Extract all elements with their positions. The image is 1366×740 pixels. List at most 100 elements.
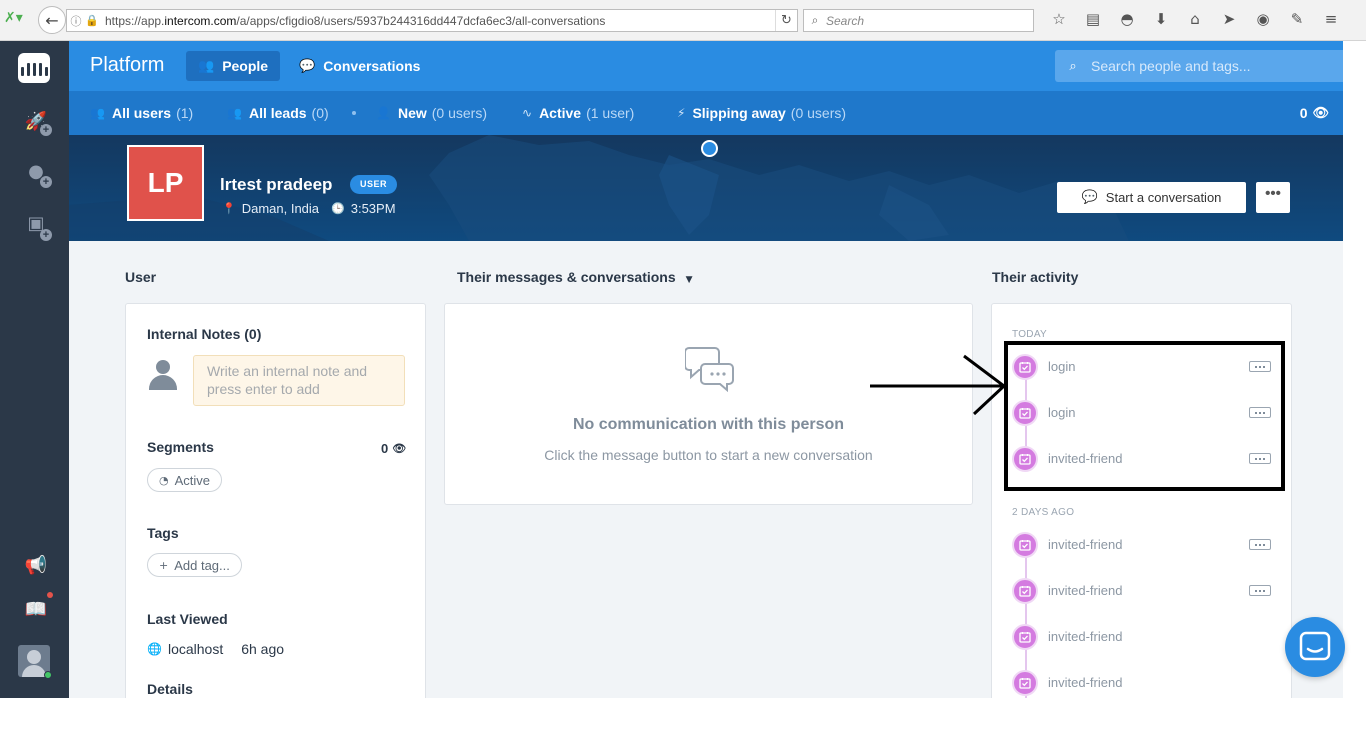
search-icon: ⌕ — [1069, 58, 1077, 74]
segment-active[interactable]: ∿ Active (1 user) — [522, 105, 634, 121]
note-author-avatar-icon — [147, 360, 179, 390]
messages-column-title[interactable]: Their messages & conversations ▼ — [457, 269, 693, 285]
nav-people[interactable]: 👥 People — [186, 51, 281, 81]
event-calendar-icon — [1012, 624, 1038, 650]
user-avatar: LP — [127, 145, 204, 221]
add-icon[interactable]: + — [40, 229, 52, 241]
internal-notes-title: Internal Notes (0) — [147, 326, 262, 342]
activity-item[interactable]: invited-friend — [1012, 532, 1274, 558]
segment-bar: 👥 All users (1) 👥 All leads (0) 👤 New (0 users… — [69, 91, 1343, 135]
pocket-icon[interactable]: ◓ — [1110, 10, 1144, 28]
user-card: Internal Notes (0) Write an internal not… — [125, 303, 426, 698]
last-viewed-row: 🌐 localhost 6h ago — [147, 641, 284, 657]
person-icon: 👤 — [376, 106, 391, 120]
segments-count[interactable]: 0 👁 — [381, 441, 406, 456]
start-conversation-button[interactable]: 💬 Start a conversation — [1057, 182, 1246, 213]
nav-conversations[interactable]: 💬 Conversations — [287, 51, 432, 81]
lock-icon: 🔒 — [85, 14, 99, 27]
browser-toolbar: ✗▾ ← ⓘ 🔒 https://app.intercom.com/a/apps… — [0, 0, 1366, 41]
activity-event-name: invited-friend — [1048, 583, 1123, 598]
segment-all-users[interactable]: 👥 All users (1) — [90, 105, 193, 121]
person-location: Daman, India — [241, 201, 320, 216]
eye-icon: 👁 — [392, 442, 407, 455]
url-text[interactable]: https://app.intercom.com/a/apps/cfigdio8… — [105, 14, 775, 28]
clock-icon: 🕒 — [331, 202, 345, 215]
empty-state-subtitle: Click the message button to start a new … — [544, 447, 873, 463]
add-tag-button[interactable]: + Add tag... — [147, 553, 242, 577]
messenger-icon — [1299, 631, 1331, 661]
back-button[interactable]: ← — [38, 6, 66, 34]
event-calendar-icon — [1012, 578, 1038, 604]
add-icon[interactable]: + — [40, 176, 52, 188]
users-icon: 👥 — [90, 106, 105, 120]
details-title: Details — [147, 681, 193, 697]
event-calendar-icon — [1012, 532, 1038, 558]
tags-title: Tags — [147, 525, 179, 541]
browser-search-input[interactable]: ⌕ Search — [803, 9, 1034, 32]
activity-more-button[interactable] — [1249, 539, 1271, 550]
location-pin — [701, 140, 718, 157]
bolt-icon: ⚡ — [677, 106, 686, 120]
last-viewed-host: localhost — [167, 641, 224, 657]
activity-item[interactable]: invited-friend — [1012, 670, 1274, 696]
segment-new[interactable]: 👤 New (0 users) — [376, 105, 487, 121]
plus-icon: + — [159, 558, 169, 572]
activity-more-button[interactable] — [1249, 585, 1271, 596]
download-icon[interactable]: ⬇ — [1144, 10, 1178, 28]
user-type-badge: USER — [350, 175, 398, 194]
last-viewed-ago: 6h ago — [241, 641, 285, 657]
reload-icon[interactable]: ↻ — [775, 10, 797, 31]
visibility-count[interactable]: 0 👁 — [1300, 105, 1329, 121]
activity-group-label: TODAY — [1012, 329, 1048, 340]
activity-item[interactable]: invited-friend — [1012, 624, 1274, 650]
online-status-dot — [44, 671, 52, 679]
add-icon[interactable]: + — [40, 124, 52, 136]
megaphone-icon[interactable]: 📢 — [22, 555, 50, 583]
extension-feather-icon[interactable]: ✎ — [1280, 10, 1314, 28]
globe-icon: 🌐 — [147, 642, 162, 656]
chevron-down-icon[interactable]: ▼ — [686, 275, 693, 285]
reading-list-icon[interactable]: ▤ — [1076, 10, 1110, 28]
pulse-icon: ∿ — [522, 106, 533, 120]
browser-toolbar-icons: ☆ ▤ ◓ ⬇ ⌂ ➤ ◉ ✎ ≡ — [1042, 10, 1348, 28]
extension-eye-icon[interactable]: ◉ — [1246, 10, 1280, 28]
menu-icon[interactable]: ≡ — [1314, 10, 1348, 28]
internal-note-input[interactable]: Write an internal note and press enter t… — [193, 355, 405, 406]
chat-bubble-icon: 💬 — [1081, 190, 1098, 205]
activity-column-title: Their activity — [992, 269, 1079, 285]
intercom-logo-icon[interactable] — [18, 53, 50, 83]
people-icon: 👥 — [198, 58, 215, 74]
location-icon: 📍 — [222, 202, 236, 215]
send-icon[interactable]: ➤ — [1212, 10, 1246, 28]
user-column-title: User — [125, 269, 157, 285]
activity-event-name: invited-friend — [1048, 675, 1123, 690]
browser-extension-icon[interactable]: ✗▾ — [4, 10, 30, 30]
info-icon[interactable]: ⓘ — [67, 13, 85, 29]
brand-title[interactable]: Platform — [90, 54, 164, 77]
segment-pill-active[interactable]: ◔ Active — [147, 468, 223, 492]
empty-state-title: No communication with this person — [572, 416, 845, 433]
book-icon[interactable]: 📖 — [22, 599, 50, 627]
leads-icon: 👥 — [227, 106, 242, 120]
event-calendar-icon — [1012, 670, 1038, 696]
activity-event-name: invited-friend — [1048, 537, 1123, 552]
profile-more-button[interactable]: ••• — [1256, 182, 1290, 213]
activity-group-label: 2 DAYS AGO — [1012, 507, 1075, 518]
address-bar[interactable]: ⓘ 🔒 https://app.intercom.com/a/apps/cfig… — [66, 9, 798, 32]
person-meta: 📍 Daman, India 🕒 3:53PM — [222, 201, 396, 216]
app-sidebar: 🚀 + ● + ▣ + 📢 📖 — [0, 41, 69, 698]
activity-event-name: invited-friend — [1048, 629, 1123, 644]
home-icon[interactable]: ⌂ — [1178, 10, 1212, 28]
notification-dot — [47, 592, 53, 598]
activity-item[interactable]: invited-friend — [1012, 578, 1274, 604]
people-search-input[interactable]: ⌕ Search people and tags... — [1055, 50, 1343, 82]
bookmark-star-icon[interactable]: ☆ — [1042, 10, 1076, 28]
segment-all-leads[interactable]: 👥 All leads (0) — [227, 105, 329, 121]
eye-icon: 👁 — [1312, 105, 1329, 121]
profile-header: LP lrtest pradeep USER 📍 Daman, India 🕒 … — [69, 135, 1343, 241]
messenger-launcher-button[interactable] — [1285, 617, 1345, 677]
segments-title: Segments — [147, 439, 214, 455]
segment-slipping-away[interactable]: ⚡ Slipping away (0 users) — [677, 105, 846, 121]
person-local-time: 3:53PM — [350, 201, 396, 216]
person-name: lrtest pradeep — [220, 175, 333, 194]
